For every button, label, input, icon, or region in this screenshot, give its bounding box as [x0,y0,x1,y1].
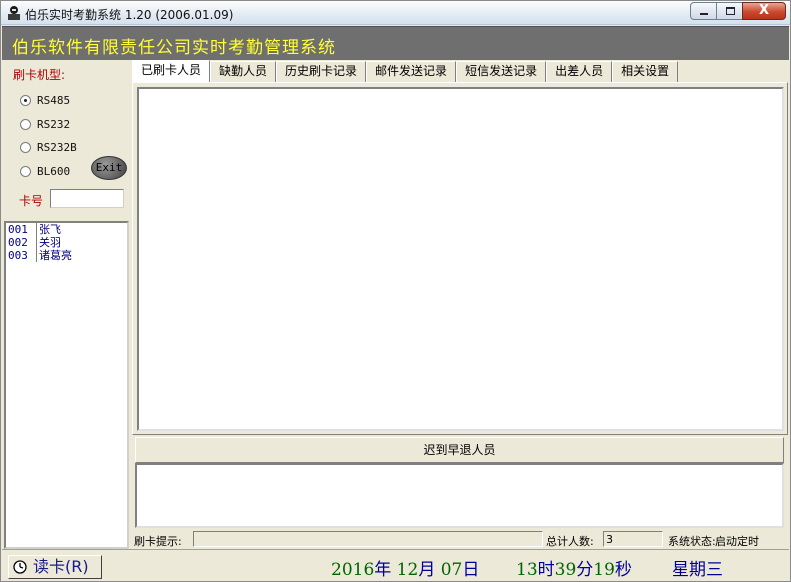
radio-label: RS232 [37,117,71,131]
date-month-unit: 月 [418,560,436,580]
radio-label: RS485 [37,93,71,107]
time-minute: 39 [554,560,577,580]
current-date: 2016年 12月 07日 [331,555,479,580]
radio-rs232[interactable]: RS232 [20,116,70,132]
company-banner: 伯乐软件有限责任公司实时考勤管理系统 [2,26,789,60]
employee-row[interactable]: 001 张飞 [6,223,127,236]
time-hour-unit: 时 [537,560,555,580]
date-day-unit: 日 [462,560,480,580]
date-day: 07 [440,560,463,580]
card-settings-panel: 刷卡机型: RS485 RS232 RS232B BL600 Exit 卡号 [4,61,130,219]
tab-6[interactable]: 出差人员 [546,61,613,82]
window-controls: X [690,2,786,21]
radio-label: BL600 [37,164,71,178]
employee-name: 诸葛亮 [36,249,72,262]
card-type-label: 刷卡机型: [13,68,66,82]
date-month: 12 [396,560,419,580]
time-second-unit: 秒 [614,560,632,580]
system-status-label: 系统状态: [668,535,716,548]
tab-1[interactable]: 已刷卡人员 [132,60,211,82]
late-early-header[interactable]: 迟到早退人员 [135,437,784,463]
date-year-unit: 年 [374,560,392,580]
time-minute-unit: 分 [576,560,594,580]
current-weekday: 星期三 [672,560,723,580]
tab-2[interactable]: 缺勤人员 [210,61,277,82]
swipe-hint-field [193,531,543,547]
radio-label: RS232B [37,140,77,154]
time-hour: 13 [516,560,538,580]
tab-3[interactable]: 历史刷卡记录 [276,61,367,82]
system-status-field: 启动定时 [715,531,785,548]
swiped-staff-list[interactable] [137,87,784,431]
tab-4[interactable]: 邮件发送记录 [366,61,457,82]
employee-id: 003 [8,249,28,262]
main-window: 伯乐实时考勤系统 1.20 (2006.01.09) X 伯乐软件有限责任公司实… [0,0,791,582]
radio-circle[interactable] [20,94,31,106]
radio-circle[interactable] [20,165,31,177]
maximize-button[interactable] [716,2,743,20]
app-icon [8,6,20,20]
total-count-field: 3 [603,531,663,547]
card-number-input[interactable] [50,189,124,208]
radio-circle[interactable] [20,118,31,130]
tab-7[interactable]: 相关设置 [612,61,679,82]
maximize-icon [726,7,735,15]
minimize-icon [700,13,708,15]
tab-bar: 已刷卡人员 缺勤人员 历史刷卡记录 邮件发送记录 短信发送记录 出差人员 相关设置 [132,60,788,82]
tab-5[interactable]: 短信发送记录 [456,61,547,82]
radio-rs485[interactable]: RS485 [20,92,70,108]
employee-id: 001 [8,223,28,236]
clock-icon [13,560,27,574]
minimize-button[interactable] [690,2,717,20]
employee-id: 002 [8,236,28,249]
radio-bl600[interactable]: BL600 [20,163,70,179]
radio-rs232b[interactable]: RS232B [20,139,77,155]
time-second: 19 [593,560,615,580]
swipe-hint-label: 刷卡提示: [134,535,182,548]
employee-row[interactable]: 003 诸葛亮 [6,249,127,262]
tab-panel [132,82,788,435]
title-bar[interactable]: 伯乐实时考勤系统 1.20 (2006.01.09) X [1,1,790,25]
system-status-value: 启动定时 [715,535,759,548]
banner-title: 伯乐软件有限责任公司实时考勤管理系统 [12,38,336,58]
employee-name: 张飞 [36,223,61,236]
read-card-button[interactable]: 读卡(R) [8,555,102,579]
close-icon: X [758,3,770,18]
close-button[interactable]: X [742,2,786,20]
employee-row[interactable]: 002 关羽 [6,236,127,249]
total-count-label: 总计人数: [546,535,594,548]
read-card-label: 读卡(R) [33,557,89,576]
late-early-list[interactable] [135,463,784,528]
date-year: 2016 [331,560,375,580]
card-number-label: 卡号 [19,194,44,208]
current-time: 13时39分19秒 [516,555,632,580]
radio-circle[interactable] [20,141,31,153]
bottom-bar: 读卡(R) 2016年 12月 07日 13时39分19秒 星期三 [2,549,789,581]
employee-name: 关羽 [36,236,61,249]
total-count-value: 3 [606,533,613,546]
exit-button[interactable]: Exit [91,156,127,180]
window-title: 伯乐实时考勤系统 1.20 (2006.01.09) [25,8,234,22]
employee-list[interactable]: 001 张飞 002 关羽 003 诸葛亮 [4,221,129,549]
status-bar: 刷卡提示: 总计人数: 3 系统状态: 启动定时 [132,530,788,548]
